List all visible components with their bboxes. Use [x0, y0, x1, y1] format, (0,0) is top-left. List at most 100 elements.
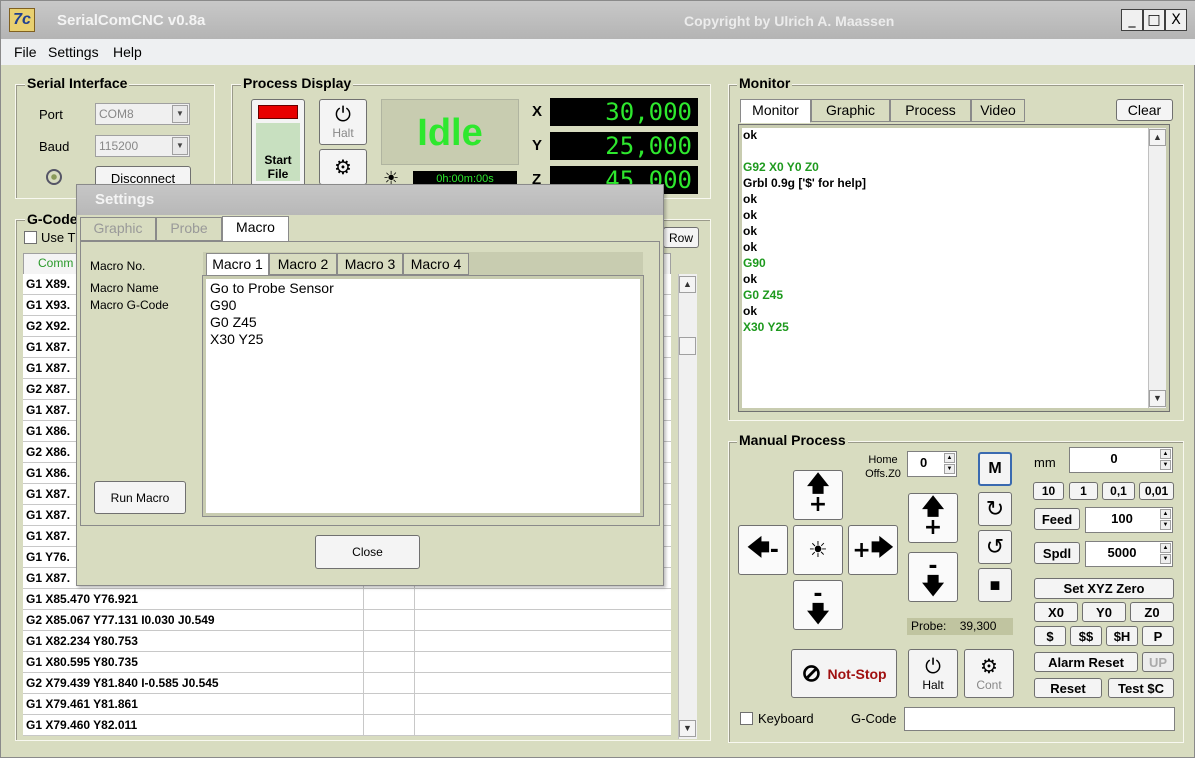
reset-button[interactable]: Reset: [1034, 678, 1102, 698]
mm-label: mm: [1034, 455, 1056, 470]
stop-spindle-button[interactable]: ■: [978, 568, 1012, 602]
m-button[interactable]: M: [978, 452, 1012, 486]
column-divider: [414, 694, 415, 714]
monitor-line: ok: [743, 272, 758, 286]
port-select[interactable]: COM8 ▼: [95, 103, 190, 125]
macro-tab-3[interactable]: Macro 3: [337, 253, 403, 275]
step-1-button[interactable]: 1: [1069, 482, 1098, 500]
use-checkbox[interactable]: [24, 231, 37, 244]
row-button[interactable]: Row: [663, 227, 699, 248]
menu-file[interactable]: File: [14, 44, 37, 60]
chevron-down-icon[interactable]: ▼: [172, 137, 188, 155]
halt-button[interactable]: ⏻ Halt: [319, 99, 367, 145]
spin-up-icon[interactable]: ▲: [1160, 509, 1171, 519]
spin-up-icon[interactable]: ▲: [1160, 449, 1171, 459]
menu-help[interactable]: Help: [113, 44, 142, 60]
test-check-button[interactable]: Test $C: [1108, 678, 1174, 698]
minimize-button[interactable]: _: [1121, 9, 1143, 31]
step-0-1-button[interactable]: 0,1: [1102, 482, 1135, 500]
y-plus-button[interactable]: 🡅 +: [793, 470, 843, 520]
double-dollar-button[interactable]: $$: [1070, 626, 1102, 646]
chevron-down-icon[interactable]: ▼: [172, 105, 188, 123]
y-minus-button[interactable]: - 🡇: [793, 580, 843, 630]
gcode-command-input[interactable]: [904, 707, 1175, 731]
step-0-01-button[interactable]: 0,01: [1139, 482, 1174, 500]
settings-tab-macro[interactable]: Macro: [222, 216, 289, 242]
scroll-thumb[interactable]: [679, 337, 696, 355]
monitor-scrollbar[interactable]: [1148, 128, 1166, 408]
rotate-cw-button[interactable]: ↻: [978, 492, 1012, 526]
z-plus-button[interactable]: 🡅 +: [908, 493, 958, 543]
z0-button[interactable]: Z0: [1130, 602, 1174, 622]
feed-input[interactable]: 100 ▲ ▼: [1085, 507, 1173, 533]
spin-down-icon[interactable]: ▼: [944, 464, 955, 474]
step-10-button[interactable]: 10: [1033, 482, 1064, 500]
gcode-cell: G1 X86.: [26, 424, 71, 438]
scroll-up-icon[interactable]: ▲: [1149, 129, 1166, 146]
feed-button[interactable]: Feed: [1034, 508, 1080, 530]
settings-tab-graphic[interactable]: Graphic: [80, 217, 156, 241]
home-offset-input[interactable]: 0 ▲ ▼: [907, 451, 957, 477]
dollar-button[interactable]: $: [1034, 626, 1066, 646]
up-button[interactable]: UP: [1142, 652, 1174, 672]
table-row[interactable]: G1 X79.461 Y81.861: [23, 694, 671, 715]
not-stop-button[interactable]: ⊘ Not-Stop: [791, 649, 897, 698]
spin-down-icon[interactable]: ▼: [1160, 520, 1171, 530]
close-button[interactable]: X: [1165, 9, 1187, 31]
monitor-line: G90: [743, 256, 766, 270]
spin-down-icon[interactable]: ▼: [1160, 554, 1171, 564]
table-row[interactable]: G1 X82.234 Y80.753: [23, 631, 671, 652]
x-minus-button[interactable]: 🡄 -: [738, 525, 788, 575]
x-axis-label: X: [532, 103, 543, 120]
spindle-input[interactable]: 5000 ▲ ▼: [1085, 541, 1173, 567]
z-minus-button[interactable]: - 🡇: [908, 552, 958, 602]
gcode-cell: G1 X80.595 Y80.735: [26, 655, 138, 669]
x-plus-button[interactable]: + 🡆: [848, 525, 898, 575]
alarm-reset-button[interactable]: Alarm Reset: [1034, 652, 1138, 672]
tab-process[interactable]: Process: [890, 99, 971, 122]
start-file-button[interactable]: Start File: [251, 99, 305, 189]
keyboard-checkbox[interactable]: [740, 712, 753, 725]
tab-monitor[interactable]: Monitor: [740, 99, 811, 123]
menu-settings[interactable]: Settings: [48, 44, 99, 60]
table-row[interactable]: G2 X85.067 Y77.131 I0.030 J0.549: [23, 610, 671, 631]
x0-button[interactable]: X0: [1034, 602, 1078, 622]
run-macro-button[interactable]: Run Macro: [94, 481, 186, 514]
gcode-cell: G1 X87.: [26, 487, 71, 501]
spin-up-icon[interactable]: ▲: [944, 453, 955, 463]
scroll-down-icon[interactable]: ▼: [1149, 390, 1166, 407]
macro-text: Go to Probe Sensor G90 G0 Z45 X30 Y25: [210, 280, 334, 348]
keyboard-label: Keyboard: [758, 711, 814, 726]
macro-tab-2[interactable]: Macro 2: [269, 253, 337, 275]
settings-gear-button[interactable]: ⚙: [319, 149, 367, 185]
tab-video[interactable]: Video: [971, 99, 1025, 122]
spdl-button[interactable]: Spdl: [1034, 542, 1080, 564]
y0-button[interactable]: Y0: [1082, 602, 1126, 622]
mm-value: 0: [1110, 451, 1118, 466]
p-button[interactable]: P: [1142, 626, 1174, 646]
settings-close-button[interactable]: Close: [315, 535, 420, 569]
scroll-down-icon[interactable]: ▼: [679, 720, 696, 737]
tab-graphic[interactable]: Graphic: [811, 99, 890, 122]
scroll-up-icon[interactable]: ▲: [679, 276, 696, 293]
table-row[interactable]: G1 X85.470 Y76.921: [23, 589, 671, 610]
macro-tab-4[interactable]: Macro 4: [403, 253, 469, 275]
mm-input[interactable]: 0 ▲ ▼: [1069, 447, 1173, 473]
monitor-line: ok: [743, 192, 758, 206]
cont-button[interactable]: ⚙ Cont: [964, 649, 1014, 698]
spin-up-icon[interactable]: ▲: [1160, 543, 1171, 553]
spin-down-icon[interactable]: ▼: [1160, 460, 1171, 470]
table-row[interactable]: G1 X79.460 Y82.011: [23, 715, 671, 736]
macro-tab-1[interactable]: Macro 1: [206, 253, 269, 277]
clear-button[interactable]: Clear: [1116, 99, 1173, 121]
baud-select[interactable]: 115200 ▼: [95, 135, 190, 157]
manual-halt-button[interactable]: ⏻ Halt: [908, 649, 958, 698]
rotate-ccw-button[interactable]: ↺: [978, 530, 1012, 564]
set-xyz-zero-button[interactable]: Set XYZ Zero: [1034, 578, 1174, 599]
table-row[interactable]: G1 X80.595 Y80.735: [23, 652, 671, 673]
homing-button[interactable]: $H: [1106, 626, 1138, 646]
maximize-button[interactable]: □: [1143, 9, 1165, 31]
settings-tab-probe[interactable]: Probe: [156, 217, 222, 241]
table-row[interactable]: G2 X79.439 Y81.840 I-0.585 J0.545: [23, 673, 671, 694]
light-button[interactable]: ☀: [793, 525, 843, 575]
